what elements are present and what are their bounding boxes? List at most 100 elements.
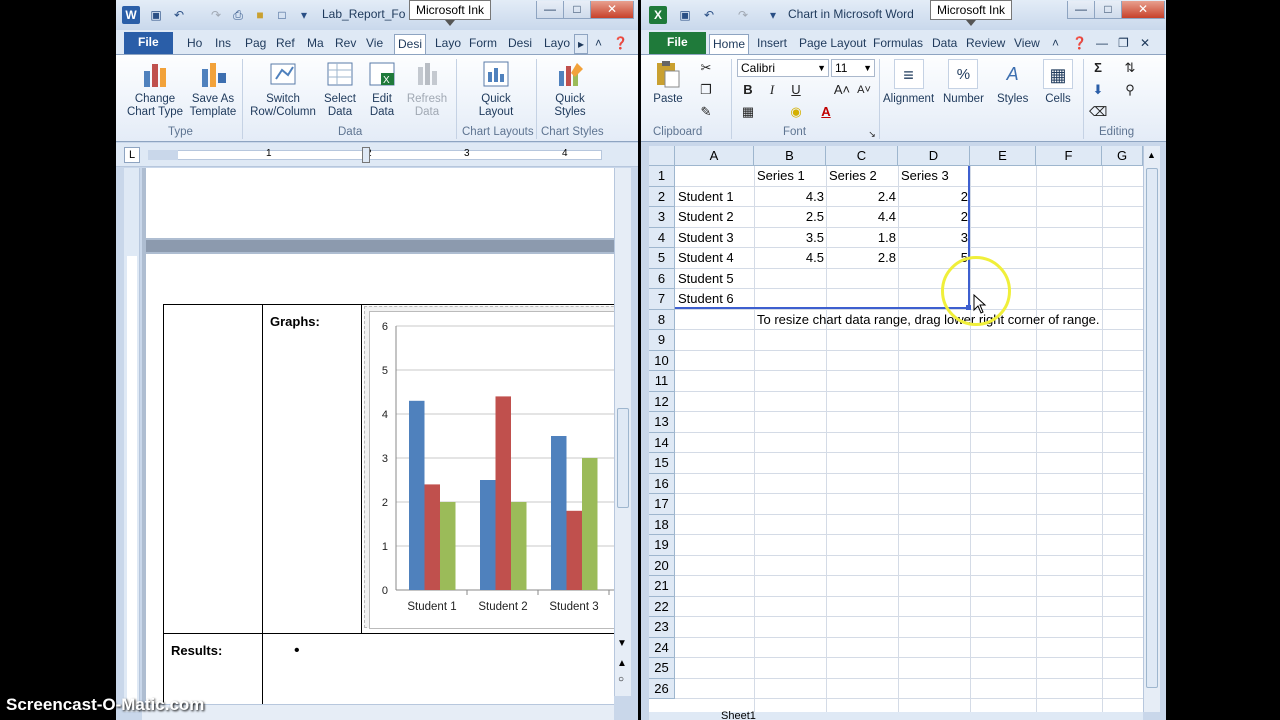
- fill-color-icon[interactable]: ◉: [787, 103, 805, 121]
- help-icon[interactable]: ❓: [1069, 34, 1090, 54]
- row-header[interactable]: 26: [649, 678, 675, 699]
- tab-references[interactable]: Ref: [273, 34, 298, 54]
- column-header-c[interactable]: C: [826, 146, 898, 166]
- row-header[interactable]: 19: [649, 535, 675, 556]
- font-color-icon[interactable]: A: [817, 103, 835, 121]
- borders-icon[interactable]: ▦: [739, 103, 757, 121]
- row-header[interactable]: 13: [649, 412, 675, 433]
- select-all-corner[interactable]: [649, 146, 675, 166]
- row-header[interactable]: 21: [649, 576, 675, 597]
- tab-home[interactable]: Home: [709, 34, 750, 54]
- save-icon[interactable]: ▣: [677, 7, 693, 23]
- select-data-button[interactable]: Select Data: [323, 59, 357, 119]
- redo-icon[interactable]: ↷: [735, 7, 751, 23]
- column-header-g[interactable]: G: [1102, 146, 1143, 166]
- print-icon[interactable]: ⎙: [230, 7, 246, 23]
- help-icon[interactable]: ❓: [610, 34, 631, 54]
- number-button[interactable]: % Number: [943, 59, 984, 106]
- scroll-thumb[interactable]: [1146, 168, 1158, 688]
- row-header[interactable]: 1: [649, 166, 675, 187]
- tab-chart-format[interactable]: Form: [466, 34, 500, 54]
- tab-mailings[interactable]: Ma: [304, 34, 327, 54]
- row-header[interactable]: 24: [649, 637, 675, 658]
- scroll-down-icon[interactable]: ▼: [617, 638, 627, 649]
- minimize-button[interactable]: —: [1067, 1, 1095, 19]
- maximize-button[interactable]: □: [1094, 1, 1122, 19]
- tab-home[interactable]: Ho: [184, 34, 205, 54]
- excel-file-tab[interactable]: File: [649, 32, 706, 54]
- row-header[interactable]: 16: [649, 473, 675, 494]
- row-header[interactable]: 20: [649, 555, 675, 576]
- tab-view[interactable]: Vie: [363, 34, 386, 54]
- word-file-tab[interactable]: File: [124, 32, 173, 54]
- embedded-column-chart[interactable]: 0 1 2 3 4 5 6 Student 1 Student 2 Student 3: [369, 311, 619, 629]
- row-header[interactable]: 11: [649, 371, 675, 392]
- row-header[interactable]: 15: [649, 453, 675, 474]
- row-header[interactable]: 23: [649, 617, 675, 638]
- column-header-d[interactable]: D: [898, 146, 970, 166]
- tab-scroll-right[interactable]: ▸: [574, 34, 589, 54]
- indent-marker[interactable]: [362, 147, 370, 163]
- quick-layout-button[interactable]: Quick Layout: [476, 59, 516, 119]
- row-header[interactable]: 18: [649, 514, 675, 535]
- change-chart-type-button[interactable]: Change Chart Type: [126, 59, 184, 119]
- minimize-ribbon-icon[interactable]: ˄: [1049, 34, 1062, 54]
- column-header-a[interactable]: A: [675, 146, 754, 166]
- refresh-data-button[interactable]: Refresh Data: [405, 59, 449, 119]
- grow-font-icon[interactable]: A˄: [833, 81, 851, 99]
- row-header[interactable]: 7: [649, 289, 675, 310]
- tab-table-layout[interactable]: Layo: [541, 34, 573, 54]
- tab-chart-layout[interactable]: Layo: [432, 34, 464, 54]
- styles-button[interactable]: A Styles: [997, 59, 1028, 106]
- underline-button[interactable]: U: [787, 81, 805, 99]
- browse-object-icon[interactable]: ○: [618, 674, 624, 685]
- tab-data[interactable]: Data: [929, 34, 960, 54]
- font-size-select[interactable]: 11 ▼: [831, 59, 875, 77]
- row-header[interactable]: 12: [649, 391, 675, 412]
- format-painter-icon[interactable]: ✎: [697, 103, 715, 121]
- row-header[interactable]: 3: [649, 207, 675, 228]
- row-header[interactable]: 22: [649, 596, 675, 617]
- font-name-select[interactable]: Calibri ▼: [737, 59, 829, 77]
- find-select-icon[interactable]: ⚲: [1121, 81, 1139, 99]
- tab-review[interactable]: Review: [963, 34, 1008, 54]
- tab-review[interactable]: Rev: [332, 34, 359, 54]
- edit-data-button[interactable]: X Edit Data: [367, 59, 397, 119]
- column-header-e[interactable]: E: [970, 146, 1036, 166]
- italic-button[interactable]: I: [763, 81, 781, 99]
- row-header[interactable]: 8: [649, 309, 675, 330]
- chart-object[interactable]: 0 1 2 3 4 5 6 Student 1 Student 2 Student 3: [364, 306, 624, 629]
- close-button[interactable]: ✕: [590, 1, 634, 19]
- row-header[interactable]: 14: [649, 432, 675, 453]
- cells-button[interactable]: ▦ Cells: [1043, 59, 1073, 106]
- tab-insert[interactable]: Ins: [212, 34, 234, 54]
- customize-qat-icon[interactable]: ▾: [296, 7, 312, 23]
- row-header[interactable]: 4: [649, 227, 675, 248]
- copy-icon[interactable]: ❐: [697, 81, 715, 99]
- new-document-icon[interactable]: □: [274, 7, 290, 23]
- word-vertical-scrollbar[interactable]: ▼ ▲ ○: [614, 168, 631, 696]
- workbook-minimize-icon[interactable]: —: [1093, 34, 1111, 54]
- shrink-font-icon[interactable]: A˅: [855, 81, 873, 99]
- tab-page-layout[interactable]: Pag: [242, 34, 269, 54]
- column-header-b[interactable]: B: [754, 146, 826, 166]
- row-header[interactable]: 9: [649, 330, 675, 351]
- tab-page-layout[interactable]: Page Layout: [796, 34, 869, 54]
- column-header-f[interactable]: F: [1036, 146, 1102, 166]
- tab-chart-design[interactable]: Desi: [394, 34, 427, 54]
- word-app-icon[interactable]: W: [122, 6, 140, 24]
- save-icon[interactable]: ▣: [148, 7, 164, 23]
- customize-qat-icon[interactable]: ▾: [765, 7, 781, 23]
- sort-filter-icon[interactable]: ⇅: [1121, 59, 1139, 77]
- close-button[interactable]: ✕: [1121, 1, 1165, 19]
- row-header[interactable]: 6: [649, 268, 675, 289]
- tab-table-design[interactable]: Desi: [505, 34, 535, 54]
- scroll-up-icon[interactable]: ▲: [1147, 150, 1156, 160]
- workbook-close-icon[interactable]: ✕: [1137, 34, 1153, 54]
- quick-styles-button[interactable]: Quick Styles: [550, 59, 590, 119]
- previous-page-icon[interactable]: ▲: [617, 658, 627, 669]
- alignment-button[interactable]: ≡ Alignment: [883, 59, 934, 106]
- row-header[interactable]: 17: [649, 494, 675, 515]
- tab-view[interactable]: View: [1011, 34, 1043, 54]
- workbook-restore-icon[interactable]: ❐: [1115, 34, 1132, 54]
